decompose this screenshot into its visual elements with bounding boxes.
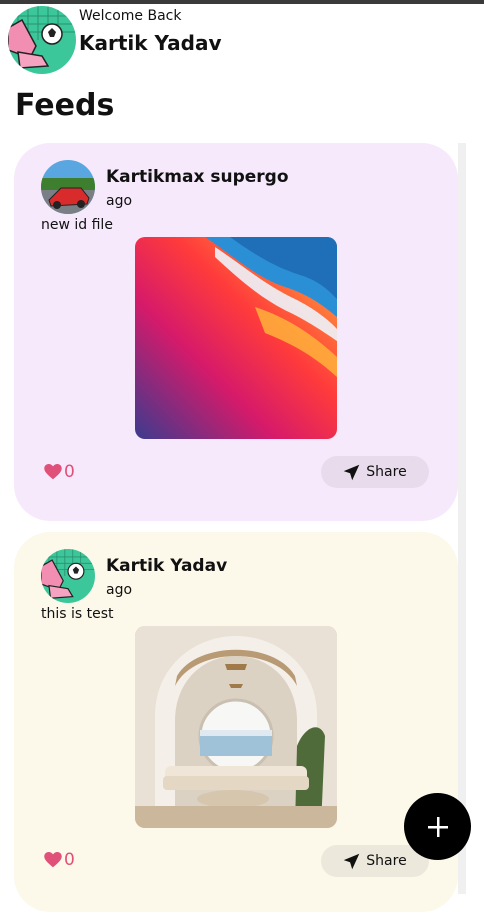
post-image[interactable]: [135, 237, 337, 439]
like-count: 0: [64, 462, 75, 482]
share-label: Share: [366, 464, 407, 480]
send-icon: [344, 853, 360, 869]
post-card: Kartikmax supergo ago new id file 0 Shar…: [14, 143, 458, 521]
author-avatar[interactable]: [41, 549, 95, 603]
post-caption: this is test: [41, 606, 114, 622]
share-label: Share: [366, 853, 407, 869]
send-icon: [344, 464, 360, 480]
username: Kartik Yadav: [79, 31, 222, 55]
post-image[interactable]: [135, 626, 337, 828]
profile-header: [8, 5, 76, 75]
page-title: Feeds: [15, 88, 115, 123]
heart-icon: [44, 852, 62, 868]
add-post-button[interactable]: [404, 793, 471, 860]
post-author[interactable]: Kartik Yadav: [106, 556, 227, 576]
scrollbar[interactable]: [458, 143, 466, 894]
share-button[interactable]: Share: [321, 456, 429, 488]
author-avatar[interactable]: [41, 160, 95, 214]
welcome-text: Welcome Back: [79, 8, 182, 24]
like-count: 0: [64, 850, 75, 870]
user-avatar[interactable]: [8, 6, 76, 74]
post-time: ago: [106, 193, 133, 209]
plus-icon: [427, 816, 448, 837]
like-button[interactable]: 0: [44, 850, 75, 870]
post-card: Kartik Yadav ago this is test 0 Share: [14, 532, 458, 912]
like-button[interactable]: 0: [44, 462, 75, 482]
post-caption: new id file: [41, 217, 113, 233]
window-top-border: [0, 0, 484, 4]
post-time: ago: [106, 582, 133, 598]
heart-icon: [44, 464, 62, 480]
post-author[interactable]: Kartikmax supergo: [106, 167, 289, 187]
